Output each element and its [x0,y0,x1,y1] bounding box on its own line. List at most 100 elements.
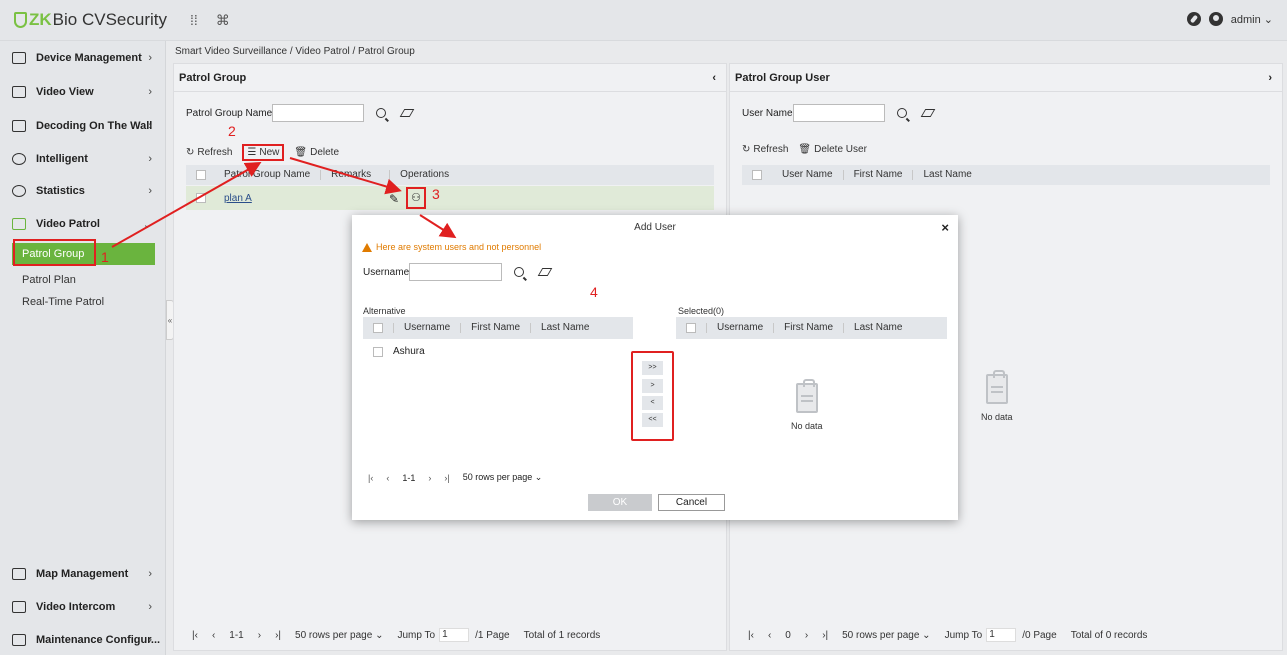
collapse-left-icon[interactable]: ‹ [712,72,716,84]
next-page-icon[interactable]: › [428,473,431,483]
compass-icon[interactable] [1186,12,1201,26]
first-page-icon[interactable]: |‹ [748,630,754,641]
last-page-icon[interactable]: ›| [275,630,281,641]
dialog-title: Add User [634,222,676,233]
ok-button[interactable]: OK [588,494,652,511]
user-avatar-icon[interactable] [1208,12,1223,26]
map-icon [12,568,26,580]
alternative-table-header: Username First Name Last Name [363,317,633,339]
shield-icon [14,12,27,28]
user-name-input[interactable] [792,104,885,122]
last-page-icon[interactable]: ›| [444,473,449,483]
search-icon[interactable] [893,104,911,122]
command-icon[interactable]: ⌘ [216,12,230,29]
sidebar-item-intelligent[interactable]: Intelligent › [0,142,166,176]
delete-button[interactable]: 🗑 Delete [294,144,339,161]
sidebar-item-decoding-on-the-wall[interactable]: Decoding On The Wall › [0,109,166,143]
alternative-label: Alternative [363,306,406,316]
cancel-button[interactable]: Cancel [658,494,725,511]
transfer-controls: >> > < << [631,351,674,441]
pagination: |‹ ‹ 0 › ›| 50 rows per page ⌄ Jump To 1… [748,628,1148,642]
sidebar-item-maintenance-configuration[interactable]: Maintenance Configur... › [0,623,166,655]
decoding-icon [12,120,26,132]
refresh-button[interactable]: ↻ Refresh [742,144,788,155]
patrol-group-name-input[interactable] [272,104,365,122]
refresh-button[interactable]: ↻ Refresh [186,144,232,161]
clear-icon[interactable] [919,104,937,122]
jump-input[interactable]: 1 [986,628,1017,642]
annotation-number: 4 [590,284,598,300]
grid-icon[interactable]: ⁞⁞ [190,12,198,29]
edit-icon[interactable]: ✎ [389,192,399,206]
breadcrumb: Smart Video Surveillance / Video Patrol … [175,46,415,57]
rows-per-page-select[interactable]: 50 rows per page ⌄ [295,630,383,641]
username-input[interactable] [409,263,503,281]
new-icon: ☰ [247,147,257,158]
next-page-icon[interactable]: › [805,630,808,641]
sidebar-item-video-intercom[interactable]: Video Intercom › [0,590,166,624]
sidebar-item-map-management[interactable]: Map Management › [0,557,166,591]
row-checkbox[interactable] [373,346,383,357]
delete-user-button[interactable]: 🗑 Delete User [798,144,867,155]
add-user-icon[interactable]: ⚇ [406,187,426,209]
clear-icon[interactable] [398,104,416,122]
annotation-number: 1 [101,249,109,265]
statistics-icon [12,185,26,197]
table-header: User Name First Name Last Name [742,165,1270,185]
sidebar-sub-real-time-patrol[interactable]: Real-Time Patrol [12,291,155,313]
table-row[interactable]: plan A ✎ ⚇ [186,186,714,210]
search-icon[interactable] [372,104,390,122]
selected-table-header: Username First Name Last Name [676,317,947,339]
add-user-dialog: Add User × Here are system users and not… [352,215,958,520]
sidebar-item-statistics[interactable]: Statistics › [0,174,166,208]
device-icon [12,52,26,64]
sidebar-sub-patrol-plan[interactable]: Patrol Plan [12,269,155,291]
move-right-button[interactable]: > [642,379,663,393]
patrol-group-link[interactable]: plan A [224,193,252,204]
video-view-icon [12,86,26,98]
expand-right-icon[interactable]: › [1268,72,1272,84]
select-all-checkbox[interactable] [752,170,762,180]
warning-icon [362,242,372,252]
list-item[interactable]: Ashura [363,346,425,357]
sidebar-item-video-view[interactable]: Video View › [0,75,166,109]
select-all-checkbox[interactable] [196,170,206,180]
select-all-checkbox[interactable] [686,323,696,333]
sidebar-item-device-management[interactable]: Device Management › [0,41,166,75]
empty-state: No data [981,370,1013,422]
maintenance-icon [12,634,26,646]
top-bar: ZK Bio CVSecurity ⁞⁞ ⌘ admin ⌄ [0,0,1287,41]
app-logo[interactable]: ZK Bio CVSecurity [14,10,167,30]
prev-page-icon[interactable]: ‹ [768,630,771,641]
prev-page-icon[interactable]: ‹ [386,473,389,483]
refresh-icon: ↻ [742,144,751,155]
sidebar-item-video-patrol[interactable]: Video Patrol ⌄ [0,207,166,241]
row-checkbox[interactable] [196,193,206,203]
clipboard-icon [985,370,1008,404]
user-menu[interactable]: admin ⌄ [1231,13,1273,26]
prev-page-icon[interactable]: ‹ [212,630,215,641]
search-icon[interactable] [510,263,528,281]
annotation-number: 3 [432,186,440,202]
next-page-icon[interactable]: › [258,630,261,641]
annotation-number: 2 [228,123,236,139]
move-all-left-button[interactable]: << [642,413,663,427]
clear-icon[interactable] [536,263,554,281]
rows-per-page-select[interactable]: 50 rows per page ⌄ [463,472,543,483]
first-page-icon[interactable]: |‹ [368,473,373,483]
panel-title: Patrol Group User › [730,64,1282,92]
last-page-icon[interactable]: ›| [822,630,828,641]
move-all-right-button[interactable]: >> [642,361,663,375]
first-page-icon[interactable]: |‹ [192,630,198,641]
patrol-icon [12,218,26,230]
panel-title: Patrol Group ‹ [174,64,726,92]
rows-per-page-select[interactable]: 50 rows per page ⌄ [842,630,930,641]
jump-input[interactable]: 1 [439,628,470,642]
warning-message: Here are system users and not personnel [362,242,541,252]
new-button[interactable]: ☰ New [242,144,285,161]
select-all-checkbox[interactable] [373,323,383,333]
move-left-button[interactable]: < [642,396,663,410]
intercom-icon [12,601,26,613]
close-icon[interactable]: × [941,220,949,235]
intelligent-icon [12,153,26,165]
